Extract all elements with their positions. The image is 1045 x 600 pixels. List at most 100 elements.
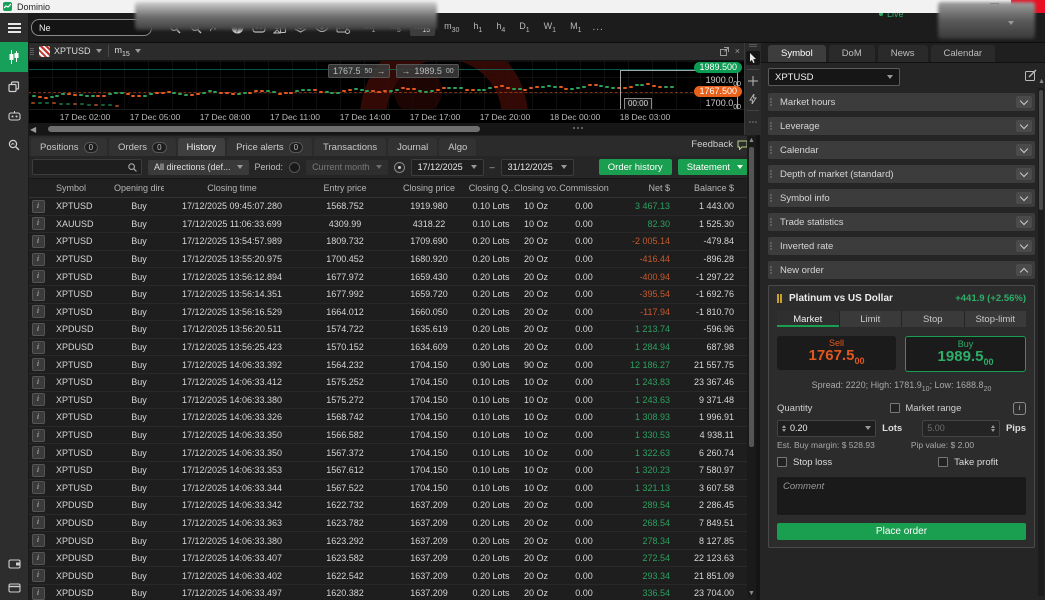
feedback-button[interactable]: Feedback <box>691 139 748 150</box>
accordion-trade-statistics[interactable]: Trade statistics <box>768 213 1035 231</box>
info-icon[interactable]: i <box>32 235 45 248</box>
info-icon[interactable]: i <box>32 534 45 547</box>
chart-timeframe-label[interactable]: m15 <box>115 45 130 58</box>
order-type-stop-limit[interactable]: Stop-limit <box>965 311 1027 327</box>
accordion-inverted-rate[interactable]: Inverted rate <box>768 237 1035 255</box>
sidebar-item-copy-trading[interactable] <box>0 72 28 101</box>
take-profit-checkbox[interactable] <box>938 457 948 467</box>
table-row[interactable]: iXPTUSDBuy17/12/2025 13:56:12.8941677.97… <box>28 268 756 286</box>
stepper-arrows-icon[interactable] <box>782 425 786 432</box>
info-icon[interactable]: i <box>32 270 45 283</box>
comment-input[interactable]: Comment <box>777 477 1026 515</box>
crosshair-tool-button[interactable] <box>746 74 760 88</box>
table-row[interactable]: iXPTUSDBuy17/12/2025 13:56:16.5291664.01… <box>28 304 756 322</box>
accordion-calendar[interactable]: Calendar <box>768 141 1035 159</box>
sidebar-item-deposit[interactable] <box>8 556 21 574</box>
accordion-depth-of-market-standard-[interactable]: Depth of market (standard) <box>768 165 1035 183</box>
info-icon[interactable]: i <box>32 552 45 565</box>
table-row[interactable]: iXPDUSDBuy17/12/2025 13:56:20.5111574.72… <box>28 321 756 339</box>
info-icon[interactable]: i <box>32 323 45 336</box>
scroll-left-icon[interactable]: ◀ <box>30 125 36 134</box>
expand-button[interactable] <box>1016 96 1032 108</box>
chart-symbol-caret[interactable] <box>96 49 102 53</box>
tab-symbol[interactable]: Symbol <box>768 45 826 62</box>
table-row[interactable]: iXPTUSDBuy17/12/2025 14:06:33.3501566.58… <box>28 427 756 445</box>
table-row[interactable]: iXPTUSDBuy17/12/2025 13:56:14.3511677.99… <box>28 286 756 304</box>
info-icon[interactable]: i <box>32 341 45 354</box>
table-row[interactable]: iXPTUSDBuy17/12/2025 13:54:57.9891809.73… <box>28 233 756 251</box>
directions-filter-select[interactable]: All directions (def... <box>148 160 249 175</box>
timeframe-h4[interactable]: h4 <box>491 19 510 36</box>
accordion-new-order[interactable]: New order <box>768 261 1035 279</box>
col-header-net-$[interactable]: Net $ <box>610 183 670 193</box>
table-row[interactable]: iXPDUSDBuy17/12/2025 14:06:33.3631623.78… <box>28 515 756 533</box>
period-toggle[interactable] <box>289 162 300 173</box>
info-icon[interactable]: i <box>1013 402 1026 415</box>
order-type-limit[interactable]: Limit <box>840 311 902 327</box>
tab-dom[interactable]: DoM <box>829 45 875 62</box>
tab-positions[interactable]: Positions0 <box>31 138 107 156</box>
accordion-symbol-info[interactable]: Symbol info <box>768 189 1035 207</box>
timeframe-W1[interactable]: W1 <box>539 19 561 36</box>
table-scrollbar[interactable]: ▲ ▼ <box>747 136 756 598</box>
col-header-entry-price[interactable]: Entry price <box>300 183 390 193</box>
account-dropdown-caret[interactable] <box>1008 12 1014 30</box>
info-icon[interactable]: i <box>32 429 45 442</box>
info-icon[interactable]: i <box>32 358 45 371</box>
sidebar-item-screener[interactable] <box>0 130 28 159</box>
date-to-select[interactable]: 31/12/2025 <box>501 159 574 176</box>
sell-button[interactable]: Sell 1767.500 <box>777 336 896 370</box>
symbol-select[interactable]: XPTUSD <box>768 68 900 86</box>
info-icon[interactable]: i <box>32 569 45 582</box>
col-header-closing-vo-[interactable]: Closing vo.. <box>514 183 558 193</box>
info-icon[interactable]: i <box>32 217 45 230</box>
symbol-search-input[interactable]: Ne <box>31 19 152 36</box>
edit-layout-button[interactable] <box>1025 68 1037 86</box>
place-order-button[interactable]: Place order <box>777 523 1026 540</box>
info-icon[interactable]: i <box>32 481 45 494</box>
expand-button[interactable] <box>1016 192 1032 204</box>
col-header-opening-dire-[interactable]: Opening dire.. <box>114 183 164 193</box>
tab-calendar[interactable]: Calendar <box>931 45 996 62</box>
timeframe-m30[interactable]: m30 <box>439 19 464 36</box>
tab-orders[interactable]: Orders0 <box>109 138 176 156</box>
chart-hscrollbar[interactable] <box>48 126 480 132</box>
accordion-market-hours[interactable]: Market hours <box>768 93 1035 111</box>
table-row[interactable]: iXAUUSDBuy17/12/2025 11:06:33.6994309.99… <box>28 216 756 234</box>
info-icon[interactable]: i <box>32 587 45 600</box>
table-row[interactable]: iXPTUSDBuy17/12/2025 14:06:33.3801575.27… <box>28 392 756 410</box>
scrollbar-thumb[interactable] <box>1039 90 1043 210</box>
table-row[interactable]: iXPTUSDBuy17/12/2025 14:06:33.3501567.37… <box>28 444 756 462</box>
timeframe-D1[interactable]: D1 <box>514 19 534 36</box>
order-type-stop[interactable]: Stop <box>902 311 964 327</box>
table-row[interactable]: iXPTUSDBuy17/12/2025 14:06:33.3531567.61… <box>28 462 756 480</box>
open-in-window-icon[interactable] <box>720 47 729 56</box>
tab-price-alerts[interactable]: Price alerts0 <box>227 138 312 156</box>
collapse-button[interactable] <box>1016 264 1032 276</box>
sidebar-item-bots[interactable] <box>0 101 28 130</box>
info-icon[interactable]: i <box>32 376 45 389</box>
scroll-up-icon[interactable]: ▲ <box>748 136 755 145</box>
info-icon[interactable]: i <box>32 393 45 406</box>
date-from-select[interactable]: 17/12/2025 <box>411 159 484 176</box>
table-row[interactable]: iXPDUSDBuy17/12/2025 14:06:33.4021622.54… <box>28 567 756 585</box>
col-header-closing-price[interactable]: Closing price <box>390 183 468 193</box>
timeframe-h1[interactable]: h1 <box>468 19 487 36</box>
buy-button[interactable]: Buy 1989.500 <box>905 336 1026 372</box>
stop-loss-checkbox[interactable] <box>777 457 787 467</box>
tab-transactions[interactable]: Transactions <box>314 138 386 156</box>
expand-button[interactable] <box>1016 240 1032 252</box>
info-icon[interactable]: i <box>32 305 45 318</box>
info-icon[interactable]: i <box>32 200 45 213</box>
table-row[interactable]: iXPTUSDBuy17/12/2025 14:06:33.4121575.25… <box>28 374 756 392</box>
drag-grip-icon[interactable] <box>749 44 757 47</box>
menu-button[interactable] <box>0 13 28 42</box>
col-header-closing-time[interactable]: Closing time <box>164 183 300 193</box>
info-icon[interactable]: i <box>32 288 45 301</box>
history-search-input[interactable] <box>32 159 142 175</box>
scrollbar-thumb[interactable] <box>749 147 754 447</box>
table-row[interactable]: iXPDUSDBuy17/12/2025 14:06:33.4971620.38… <box>28 585 756 600</box>
sidebar-item-payments[interactable] <box>8 580 21 598</box>
info-icon[interactable]: i <box>32 516 45 529</box>
panel-resize-handle[interactable] <box>573 127 583 129</box>
